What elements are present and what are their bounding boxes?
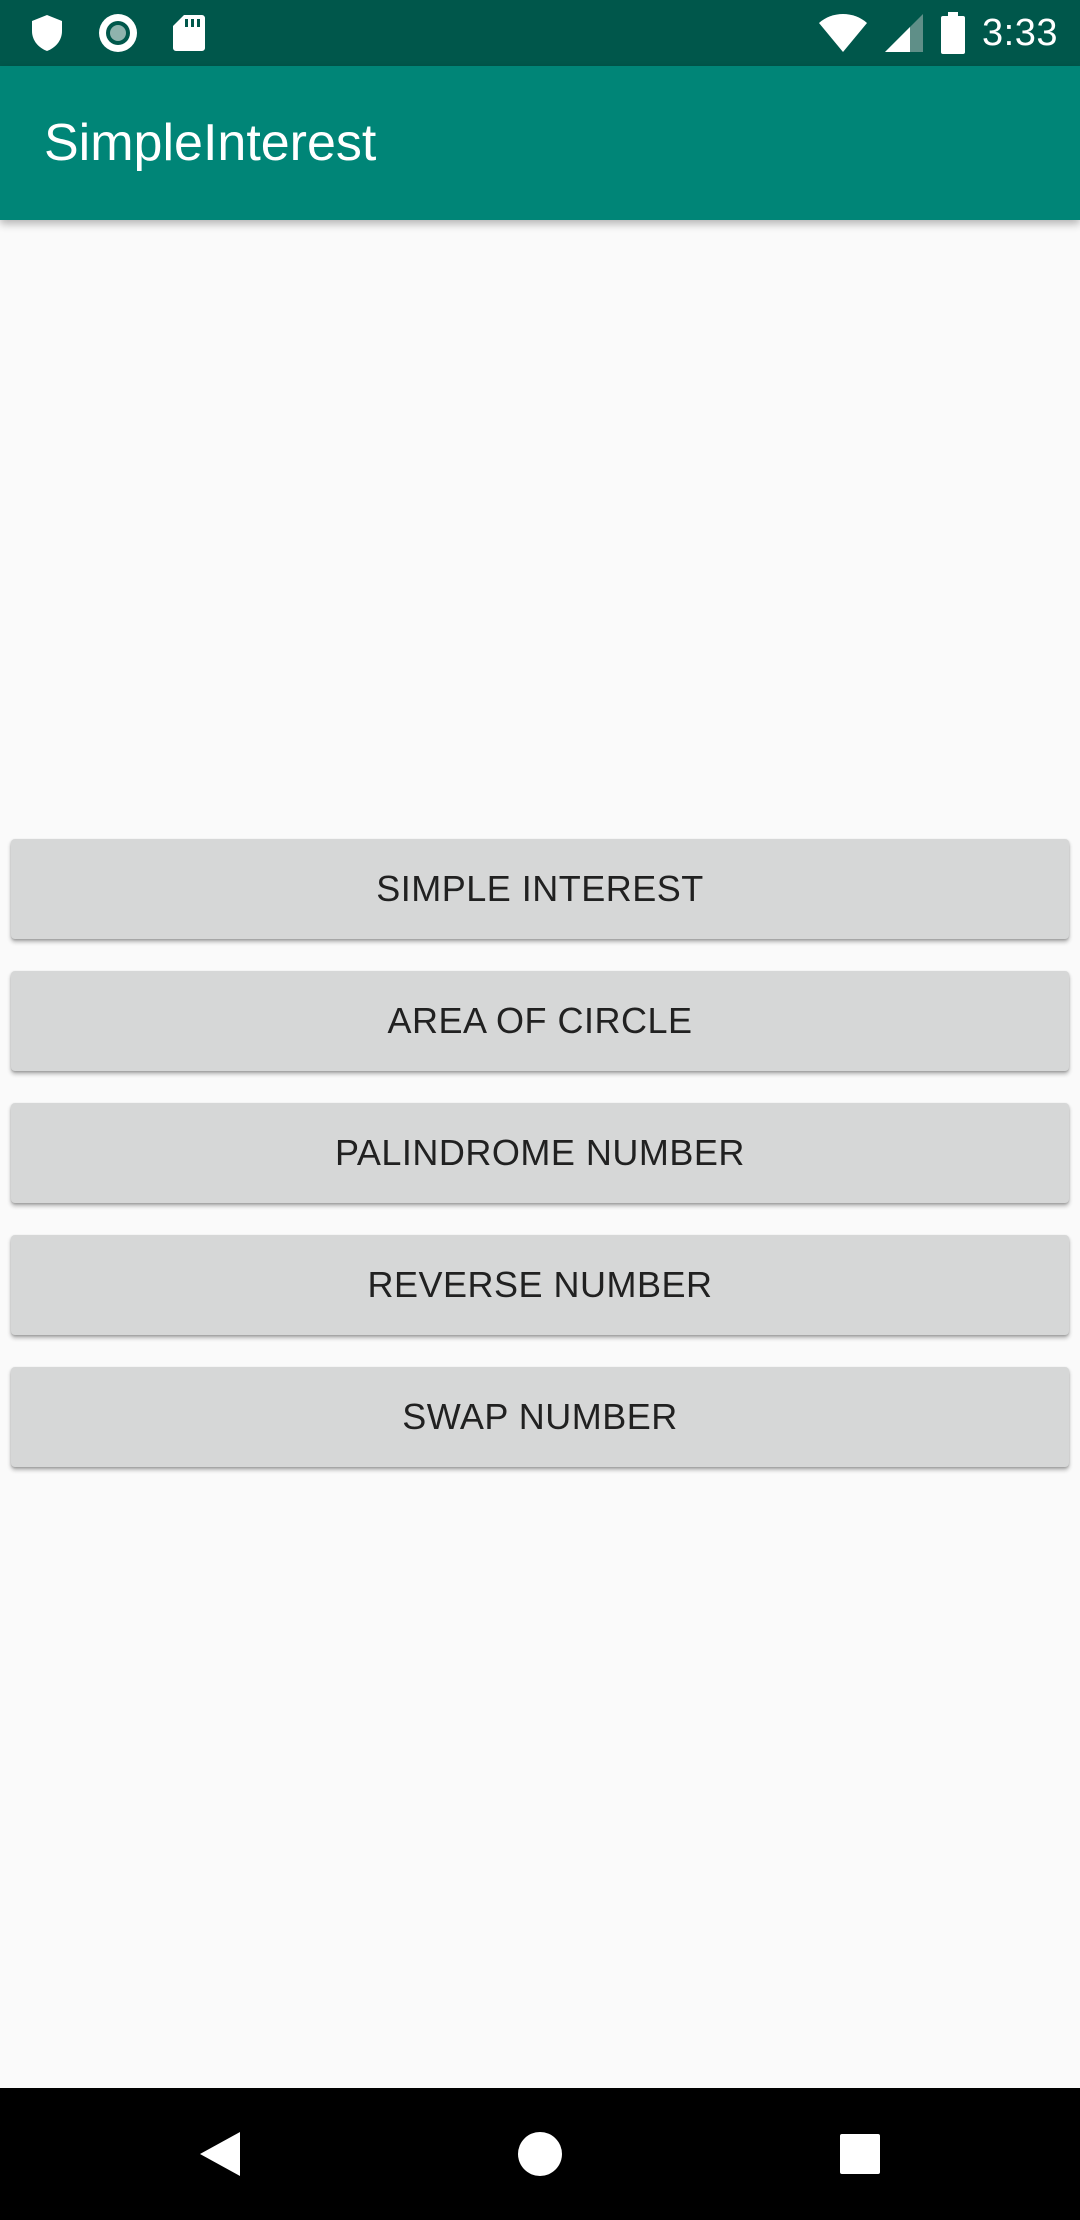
simple-interest-button[interactable]: SIMPLE INTEREST xyxy=(11,839,1069,939)
button-list: SIMPLE INTEREST AREA OF CIRCLE PALINDROM… xyxy=(11,839,1069,1499)
status-time: 3:33 xyxy=(982,11,1058,54)
shield-icon xyxy=(30,14,64,52)
cell-signal-icon xyxy=(884,13,924,53)
area-of-circle-button[interactable]: AREA OF CIRCLE xyxy=(11,971,1069,1071)
app-title: SimpleInterest xyxy=(44,114,377,172)
swap-number-button[interactable]: SWAP NUMBER xyxy=(11,1367,1069,1467)
app-bar: SimpleInterest xyxy=(0,66,1080,220)
recents-icon[interactable] xyxy=(800,2088,920,2220)
status-left-icons xyxy=(30,0,206,66)
wifi-icon xyxy=(818,13,868,53)
palindrome-number-button[interactable]: PALINDROME NUMBER xyxy=(11,1103,1069,1203)
navigation-bar xyxy=(0,2088,1080,2220)
status-right-icons: 3:33 xyxy=(818,0,1058,66)
back-icon[interactable] xyxy=(160,2088,280,2220)
record-icon xyxy=(98,13,138,53)
status-bar: 3:33 xyxy=(0,0,1080,66)
reverse-number-button[interactable]: REVERSE NUMBER xyxy=(11,1235,1069,1335)
home-icon[interactable] xyxy=(480,2088,600,2220)
main-content: SIMPLE INTEREST AREA OF CIRCLE PALINDROM… xyxy=(0,220,1080,2088)
sd-card-icon xyxy=(172,14,206,52)
battery-icon xyxy=(940,12,966,54)
